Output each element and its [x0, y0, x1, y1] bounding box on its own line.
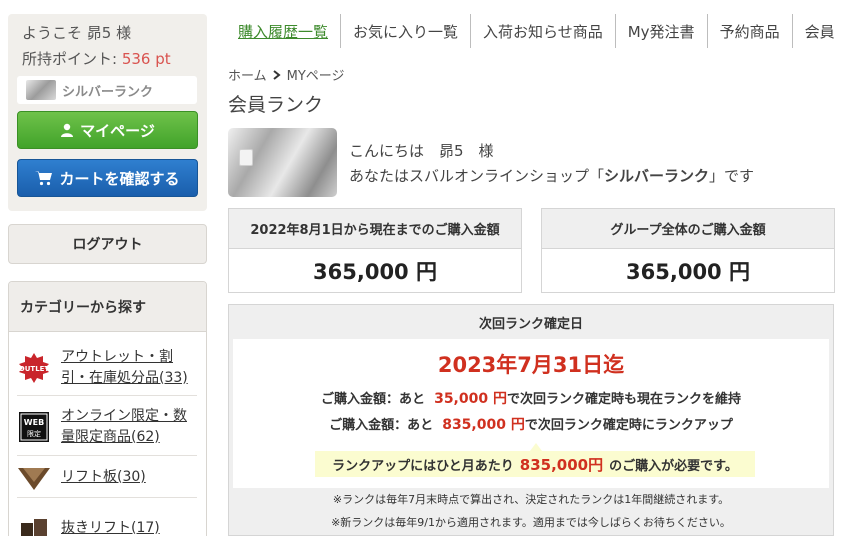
silver-member-card-image [228, 128, 337, 197]
period-purchase-box: 2022年8月1日から現在までのご購入金額 365,000 円 [228, 208, 522, 293]
next-rank-details: 2023年7月31日迄 ご購入金額：あと 35,000 円で次回ランク確定時も現… [233, 339, 829, 488]
category-panel: カテゴリーから探す OUTLET アウトレット・割引・在庫処分品(33) WEB… [8, 281, 207, 536]
greeting-line: こんにちは 昴5 様 [349, 142, 494, 160]
rank-name: シルバーランク [604, 167, 710, 185]
rank-statement: あなたはスバルオンラインショップ「シルバーランク」です [349, 167, 755, 185]
upgrade-rank-line: ご購入金額：あと 835,000 円で次回ランク確定時にランクアップ [329, 417, 733, 433]
breadcrumb-current: MYページ [286, 69, 345, 84]
mypage-button[interactable]: マイページ [17, 111, 198, 149]
user-icon [61, 123, 74, 137]
user-name: 昴5 [86, 24, 112, 42]
rank-note-2: ※新ランクは毎年9/1から適用されます。適用までは今しばらくお待ちください。 [331, 516, 731, 529]
user-panel: ようこそ 昴5 様 所持ポイント: 536 pt シルバーランク マイページ カ… [8, 14, 207, 211]
upgrade-amount: 835,000 円 [442, 417, 525, 433]
category-item-web-limited[interactable]: WEB 限定 オンライン限定・数量限定商品(62) [17, 398, 197, 456]
monthly-amount: 835,000円 [519, 455, 604, 474]
card-chip-icon [239, 149, 253, 166]
category-item-lift-board[interactable]: リフト板(30) [17, 458, 197, 498]
rank-badge-label: シルバーランク [62, 84, 154, 100]
group-purchase-value: 365,000 円 [626, 260, 750, 284]
welcome-text: ようこそ 昴5 様 [22, 24, 132, 42]
tab-my-order-form[interactable]: My発注書 [616, 14, 708, 48]
view-cart-button[interactable]: カートを確認する [17, 159, 198, 197]
tab-reservations[interactable]: 予約商品 [708, 14, 793, 48]
category-item-lift[interactable]: 抜きリフト(17) [17, 508, 197, 536]
tab-restock-notice[interactable]: 入荷お知らせ商品 [471, 14, 616, 48]
page-title: 会員ランク [228, 94, 324, 116]
maintain-rank-line: ご購入金額：あと 35,000 円で次回ランク確定時も現在ランクを維持 [321, 391, 741, 407]
tab-purchase-history[interactable]: 購入履歴一覧 [226, 14, 342, 48]
tab-favorites[interactable]: お気に入り一覧 [341, 14, 472, 48]
points-display: 所持ポイント: 536 pt [22, 50, 171, 68]
rank-note-1: ※ランクは毎年7月末時点で算出され、決定されたランクは1年間継続されます。 [332, 493, 730, 506]
svg-text:限定: 限定 [27, 429, 41, 438]
rank-badge: シルバーランク [17, 76, 197, 104]
breadcrumb: ホーム MYページ [228, 65, 345, 84]
points-value: 536 pt [121, 50, 171, 68]
category-heading: カテゴリーから探す [9, 282, 206, 332]
group-purchase-box: グループ全体のご購入金額 365,000 円 [541, 208, 835, 293]
group-purchase-label: グループ全体のご購入金額 [542, 209, 834, 249]
monthly-requirement: ランクアップにはひと月あたり 835,000円 のご購入が必要です。 [315, 443, 755, 477]
silver-card-icon [26, 80, 56, 100]
logout-button[interactable]: ログアウト [8, 224, 207, 264]
period-purchase-label: 2022年8月1日から現在までのご購入金額 [229, 209, 521, 249]
chevron-right-icon [273, 69, 281, 80]
category-item-outlet[interactable]: OUTLET アウトレット・割引・在庫処分品(33) [17, 340, 197, 396]
lift-board-icon [17, 462, 51, 494]
period-purchase-value: 365,000 円 [313, 260, 437, 284]
next-rank-heading: 次回ランク確定日 [478, 316, 583, 332]
svg-text:WEB: WEB [24, 418, 44, 427]
tab-member[interactable]: 会員 [793, 14, 847, 48]
svg-text:OUTLET: OUTLET [19, 365, 50, 373]
outlet-icon: OUTLET [17, 352, 51, 384]
lift-icon [17, 512, 51, 536]
maintain-amount: 35,000 円 [434, 391, 507, 407]
next-rank-date: 2023年7月31日迄 [437, 353, 625, 377]
next-rank-panel: 次回ランク確定日 2023年7月31日迄 ご購入金額：あと 35,000 円で次… [228, 304, 834, 536]
breadcrumb-home[interactable]: ホーム [228, 65, 267, 84]
web-limited-icon: WEB 限定 [17, 411, 51, 443]
account-nav: 購入履歴一覧 お気に入り一覧 入荷お知らせ商品 My発注書 予約商品 会員 [226, 14, 847, 48]
cart-icon [35, 171, 53, 186]
